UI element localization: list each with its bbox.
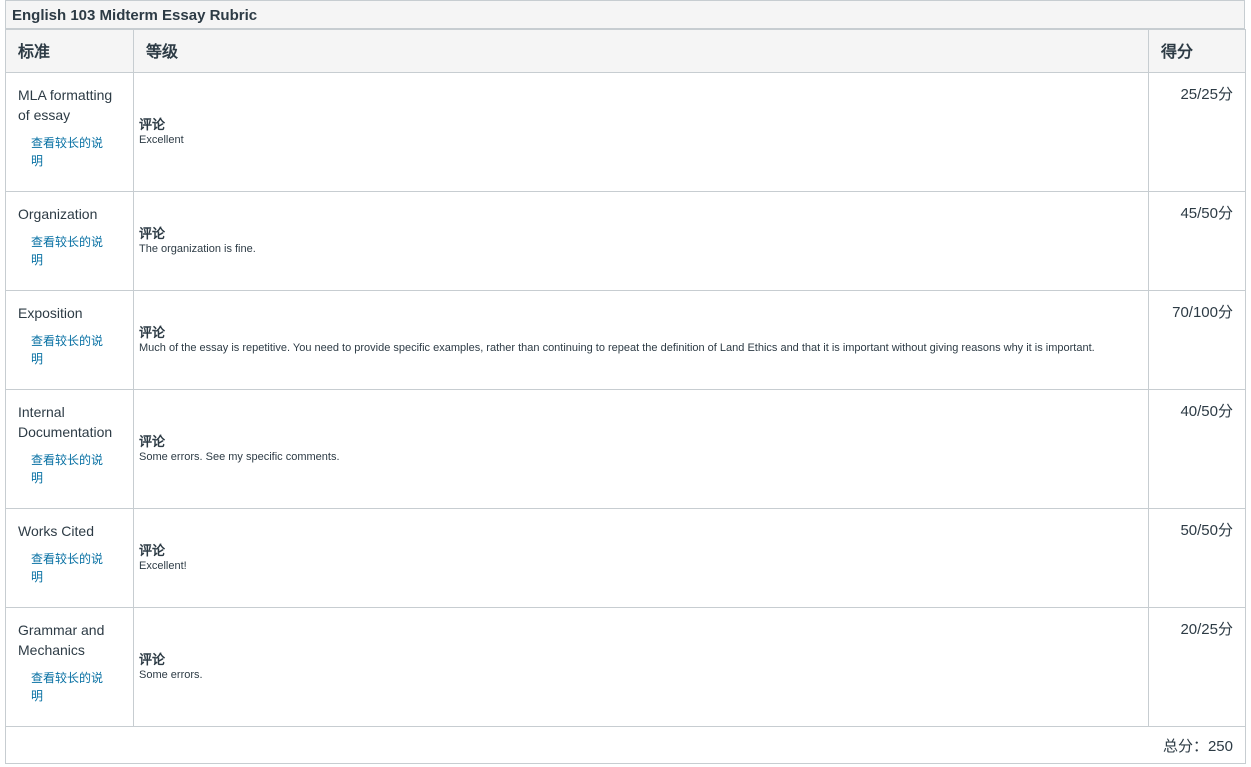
points-header: 得分 <box>1148 29 1246 73</box>
criterion-score: 20/25分 <box>1148 607 1246 727</box>
comment-label: 评论 <box>139 652 166 667</box>
rating-cell: 评论 Excellent! <box>133 508 1149 608</box>
comment-text: Excellent! <box>139 560 187 572</box>
view-long-description-link[interactable]: 查看较长的说明 <box>31 451 107 487</box>
ratings-header: 等级 <box>133 29 1149 73</box>
criterion-score: 45/50分 <box>1148 191 1246 291</box>
criterion-name: Grammar and Mechanics <box>18 622 105 658</box>
criterion-row-mla: MLA formatting of essay 查看较长的说明 评论 Excel… <box>5 72 1246 192</box>
view-long-description-link[interactable]: 查看较长的说明 <box>31 233 107 269</box>
rating-cell: 评论 The organization is fine. <box>133 191 1149 291</box>
criterion-name: Organization <box>18 206 98 222</box>
criterion-score: 50/50分 <box>1148 508 1246 608</box>
criterion-score: 70/100分 <box>1148 290 1246 390</box>
criterion-row-works-cited: Works Cited 查看较长的说明 评论 Excellent! 50/50分 <box>5 508 1246 608</box>
comment-label: 评论 <box>139 117 166 132</box>
comment-label: 评论 <box>139 543 166 558</box>
comment-text: Some errors. See my specific comments. <box>139 451 340 463</box>
view-long-description-link[interactable]: 查看较长的说明 <box>31 134 107 170</box>
rubric-container: English 103 Midterm Essay Rubric 标准 等级 得… <box>5 0 1246 764</box>
criterion-score: 40/50分 <box>1148 389 1246 509</box>
criterion-name: Exposition <box>18 305 83 321</box>
criterion-name: MLA formatting of essay <box>18 87 113 123</box>
total-score: 总分：250 <box>5 726 1246 764</box>
view-long-description-link[interactable]: 查看较长的说明 <box>31 550 107 586</box>
criterion-row-organization: Organization 查看较长的说明 评论 The organization… <box>5 191 1246 291</box>
comment-text: Excellent <box>139 134 184 146</box>
comment-label: 评论 <box>139 226 166 241</box>
criterion-cell: Internal Documentation 查看较长的说明 <box>5 389 134 509</box>
rating-cell: 评论 Some errors. See my specific comments… <box>133 389 1149 509</box>
comment-text: The organization is fine. <box>139 243 256 255</box>
rubric-title: English 103 Midterm Essay Rubric <box>5 0 1245 29</box>
comment-text: Some errors. <box>139 669 203 681</box>
criterion-cell: MLA formatting of essay 查看较长的说明 <box>5 72 134 192</box>
rubric-table: 标准 等级 得分 MLA formatting of essay 查看较长的说明… <box>5 29 1246 764</box>
rating-cell: 评论 Some errors. <box>133 607 1149 727</box>
comment-label: 评论 <box>139 434 166 449</box>
total-row: 总分：250 <box>5 726 1246 764</box>
criterion-row-exposition: Exposition 查看较长的说明 评论 Much of the essay … <box>5 290 1246 390</box>
header-row: 标准 等级 得分 <box>5 29 1246 73</box>
view-long-description-link[interactable]: 查看较长的说明 <box>31 669 107 705</box>
comment-label: 评论 <box>139 325 166 340</box>
criterion-row-internal-documentation: Internal Documentation 查看较长的说明 评论 Some e… <box>5 389 1246 509</box>
rating-cell: 评论 Excellent <box>133 72 1149 192</box>
criterion-row-grammar-and-mechanics: Grammar and Mechanics 查看较长的说明 评论 Some er… <box>5 607 1246 727</box>
criterion-score: 25/25分 <box>1148 72 1246 192</box>
view-long-description-link[interactable]: 查看较长的说明 <box>31 332 107 368</box>
rating-cell: 评论 Much of the essay is repetitive. You … <box>133 290 1149 390</box>
criterion-cell: Works Cited 查看较长的说明 <box>5 508 134 608</box>
criterion-cell: Grammar and Mechanics 查看较长的说明 <box>5 607 134 727</box>
criterion-cell: Exposition 查看较长的说明 <box>5 290 134 390</box>
comment-text: Much of the essay is repetitive. You nee… <box>139 342 1095 354</box>
criteria-header: 标准 <box>5 29 134 73</box>
criterion-cell: Organization 查看较长的说明 <box>5 191 134 291</box>
criterion-name: Internal Documentation <box>18 404 113 440</box>
criterion-name: Works Cited <box>18 523 94 539</box>
